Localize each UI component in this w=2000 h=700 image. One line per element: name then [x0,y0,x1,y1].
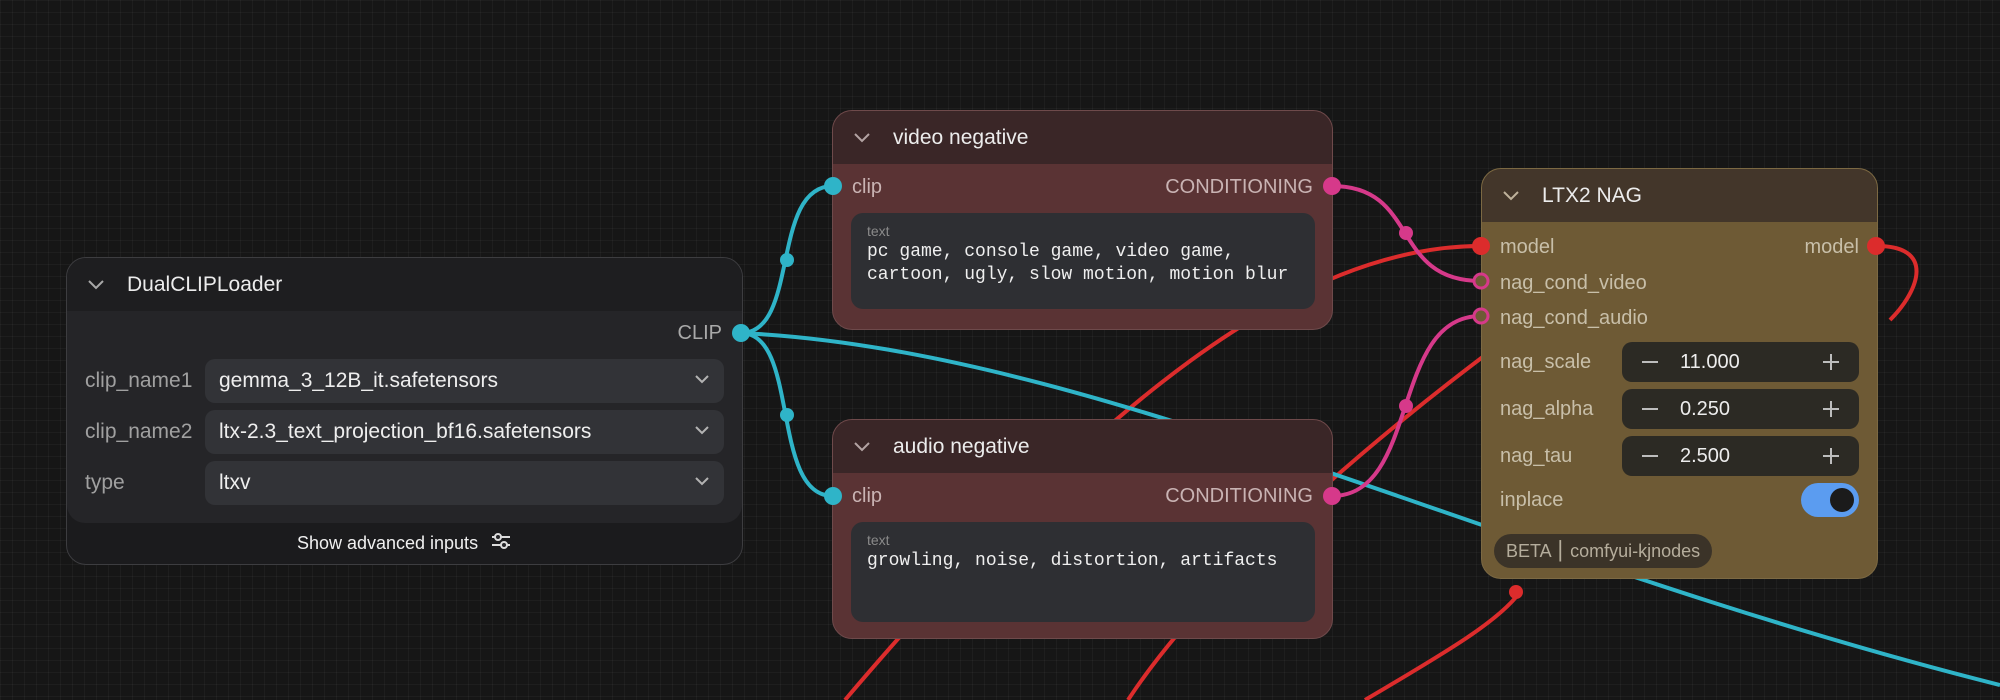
advanced-label: Show advanced inputs [296,532,479,553]
node-header[interactable]: DualCLIPLoader [67,258,742,311]
collapse-chevron-icon[interactable] [1502,187,1520,205]
nag-alpha-stepper[interactable]: 0.250 [1622,389,1859,429]
dualcliploader-node[interactable]: DualCLIPLoader CLIP clip_name1 gemma_3_1… [66,257,743,565]
input-label: model [1500,235,1555,258]
select-value: gemma_3_12B_it.safetensors [219,369,498,392]
widget-label: inplace [1500,488,1564,511]
clip-name1-select[interactable]: gemma_3_12B_it.safetensors [205,359,724,403]
nag-scale-row[interactable]: nag_scale 11.000 [1500,342,1859,382]
stepper-value[interactable]: 2.500 [1670,445,1811,468]
minus-icon[interactable] [1630,342,1670,382]
select-value: ltx-2.3_text_projection_bf16.safetensors [219,420,592,443]
plus-icon[interactable] [1811,436,1851,476]
select-value: ltxv [219,471,251,494]
chevron-down-icon [694,369,710,393]
nag-alpha-row[interactable]: nag_alpha 0.250 [1500,389,1859,429]
type-select[interactable]: ltxv [205,461,724,505]
collapse-chevron-icon[interactable] [853,438,871,456]
clip-output-slot[interactable]: CLIP [678,318,722,348]
plus-icon[interactable] [1811,389,1851,429]
clip-name1-row[interactable]: clip_name1 gemma_3_12B_it.safetensors [83,359,724,403]
output-label: CONDITIONING [1165,484,1313,507]
input-label: clip [852,175,883,198]
output-label: CONDITIONING [1165,175,1313,198]
inplace-row[interactable]: inplace [1500,480,1859,520]
widget-label: type [85,471,125,494]
chevron-down-icon [694,420,710,444]
text-widget-value[interactable]: pc game, console game, video game, carto… [867,241,1299,287]
show-advanced-inputs-button[interactable]: Show advanced inputs [67,528,742,558]
toggle-knob [1830,488,1854,512]
widget-label: clip_name1 [85,369,193,392]
node-title: video negative [893,125,1029,149]
clip-name2-select[interactable]: ltx-2.3_text_projection_bf16.safetensors [205,410,724,454]
stepper-value[interactable]: 0.250 [1670,398,1811,421]
text-widget[interactable]: text pc game, console game, video game, … [851,213,1315,309]
plus-icon[interactable] [1811,342,1851,382]
model-wire-bottom[interactable] [1363,590,1522,700]
node-header[interactable]: LTX2 NAG [1482,169,1877,222]
audio-negative-node[interactable]: audio negative clip CONDITIONING text gr… [832,419,1333,639]
text-widget-label: text [867,223,890,239]
sliders-icon [490,531,512,556]
node-header[interactable]: audio negative [833,420,1332,473]
conditioning-output-slot[interactable]: CONDITIONING [1165,481,1313,511]
clip-input-slot[interactable]: clip [852,481,882,511]
model-input-slot[interactable]: model [1500,232,1554,262]
input-label: nag_cond_video [1500,271,1647,294]
model-output-wire[interactable] [1876,244,1919,322]
wire-midpoint[interactable] [1509,585,1523,599]
node-header[interactable]: video negative [833,111,1332,164]
inplace-toggle[interactable] [1801,483,1859,517]
minus-icon[interactable] [1630,389,1670,429]
minus-icon[interactable] [1630,436,1670,476]
nag-tau-row[interactable]: nag_tau 2.500 [1500,436,1859,476]
chevron-down-icon [694,471,710,495]
node-title: audio negative [893,434,1030,458]
nag-cond-video-input-slot[interactable]: nag_cond_video [1500,268,1647,298]
text-widget-label: text [867,532,890,548]
nag-cond-audio-input-slot[interactable]: nag_cond_audio [1500,303,1648,333]
node-title: DualCLIPLoader [127,272,283,296]
output-label: CLIP [677,321,722,344]
widget-label: clip_name2 [85,420,193,443]
node-title: LTX2 NAG [1542,183,1642,207]
type-row[interactable]: type ltxv [83,461,724,505]
widget-label: nag_scale [1500,350,1592,373]
nag-scale-stepper[interactable]: 11.000 [1622,342,1859,382]
badge-text: BETA ⎮ comfyui-kjnodes [1506,540,1701,561]
ltx2-nag-node[interactable]: LTX2 NAG model model nag_cond_video nag_… [1481,168,1878,579]
model-output-slot[interactable]: model [1805,232,1859,262]
widget-label: nag_alpha [1500,397,1594,420]
collapse-chevron-icon[interactable] [87,276,105,294]
video-negative-node[interactable]: video negative clip CONDITIONING text pc… [832,110,1333,330]
text-widget-value[interactable]: growling, noise, distortion, artifacts [867,550,1299,573]
clip-name2-row[interactable]: clip_name2 ltx-2.3_text_projection_bf16.… [83,410,724,454]
conditioning-output-slot[interactable]: CONDITIONING [1165,172,1313,202]
input-label: nag_cond_audio [1500,306,1648,329]
stepper-value[interactable]: 11.000 [1670,351,1811,374]
collapse-chevron-icon[interactable] [853,129,871,147]
input-label: clip [852,484,883,507]
clip-input-slot[interactable]: clip [852,172,882,202]
nag-tau-stepper[interactable]: 2.500 [1622,436,1859,476]
widget-label: nag_tau [1500,444,1573,467]
node-badge: BETA ⎮ comfyui-kjnodes [1494,534,1713,568]
text-widget[interactable]: text growling, noise, distortion, artifa… [851,522,1315,622]
output-label: model [1804,235,1859,258]
